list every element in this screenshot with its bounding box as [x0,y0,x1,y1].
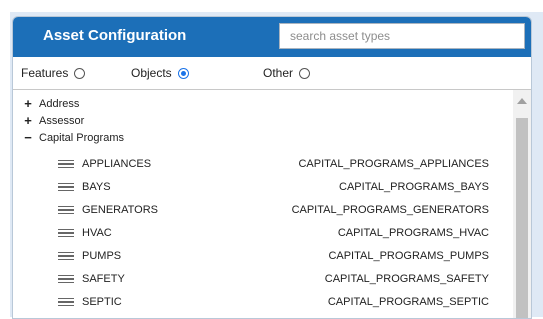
drag-handle-icon[interactable] [58,183,74,194]
tree-group-label: Assessor [39,115,85,127]
asset-code: CAPITAL_PROGRAMS_SAFETY [324,273,489,285]
vertical-scrollbar[interactable] [513,90,531,318]
asset-name: PUMPS [82,250,122,262]
asset-name: APPLIANCES [82,158,152,170]
asset-configuration-panel: Asset Configuration Features Objects Oth… [12,16,532,319]
scroll-up-arrow-icon[interactable] [517,98,527,104]
tree-row-hvac[interactable]: HVAC CAPITAL_PROGRAMS_HVAC [13,225,513,243]
asset-code: CAPITAL_PROGRAMS_HVAC [337,227,489,239]
filter-features-label: Features [21,66,69,80]
tree-group-label: Address [39,98,80,110]
asset-name: SEPTIC [82,296,122,308]
drag-handle-icon[interactable] [58,206,74,217]
drag-handle-icon[interactable] [58,229,74,240]
asset-name: SAFETY [82,273,125,285]
asset-code: CAPITAL_PROGRAMS_BAYS [339,181,489,193]
asset-type-tree: + Address + Assessor − Capital Programs … [13,90,531,318]
tree-group-address[interactable]: + Address [23,97,80,110]
drag-handle-icon[interactable] [58,298,74,309]
asset-code: CAPITAL_PROGRAMS_APPLIANCES [298,158,489,170]
filter-objects-label: Objects [131,66,172,80]
tree-row-appliances[interactable]: APPLIANCES CAPITAL_PROGRAMS_APPLIANCES [13,156,513,174]
tree-row-generators[interactable]: GENERATORS CAPITAL_PROGRAMS_GENERATORS [13,202,513,220]
panel-title: Asset Configuration [43,27,187,44]
expand-icon[interactable]: + [23,114,33,127]
collapse-icon[interactable]: − [23,131,33,144]
asset-code: CAPITAL_PROGRAMS_GENERATORS [291,204,489,216]
tree-group-label: Capital Programs [39,132,124,144]
filter-objects[interactable]: Objects [131,66,189,80]
tree-row-pumps[interactable]: PUMPS CAPITAL_PROGRAMS_PUMPS [13,248,513,266]
tree-group-assessor[interactable]: + Assessor [23,114,85,127]
filter-features-radio[interactable] [74,67,86,79]
panel-header: Asset Configuration [13,17,531,57]
filter-other[interactable]: Other [263,66,311,80]
tree-row-bays[interactable]: BAYS CAPITAL_PROGRAMS_BAYS [13,179,513,197]
search-asset-types-input[interactable] [279,23,525,49]
drag-handle-icon[interactable] [58,275,74,286]
filter-other-label: Other [263,66,294,80]
filter-other-radio[interactable] [299,67,311,79]
asset-type-filter-bar: Features Objects Other [13,57,531,90]
expand-icon[interactable]: + [23,97,33,110]
filter-objects-radio[interactable] [177,67,189,79]
drag-handle-icon[interactable] [58,160,74,171]
asset-code: CAPITAL_PROGRAMS_SEPTIC [327,296,489,308]
scrollbar-thumb[interactable] [516,118,528,318]
asset-name: BAYS [82,181,111,193]
tree-row-septic[interactable]: SEPTIC CAPITAL_PROGRAMS_SEPTIC [13,294,513,312]
asset-name: GENERATORS [82,204,158,216]
asset-name: HVAC [82,227,112,239]
drag-handle-icon[interactable] [58,252,74,263]
tree-group-capital-programs[interactable]: − Capital Programs [23,131,124,144]
tree-row-safety[interactable]: SAFETY CAPITAL_PROGRAMS_SAFETY [13,271,513,289]
asset-code: CAPITAL_PROGRAMS_PUMPS [328,250,489,262]
filter-features[interactable]: Features [21,66,86,80]
